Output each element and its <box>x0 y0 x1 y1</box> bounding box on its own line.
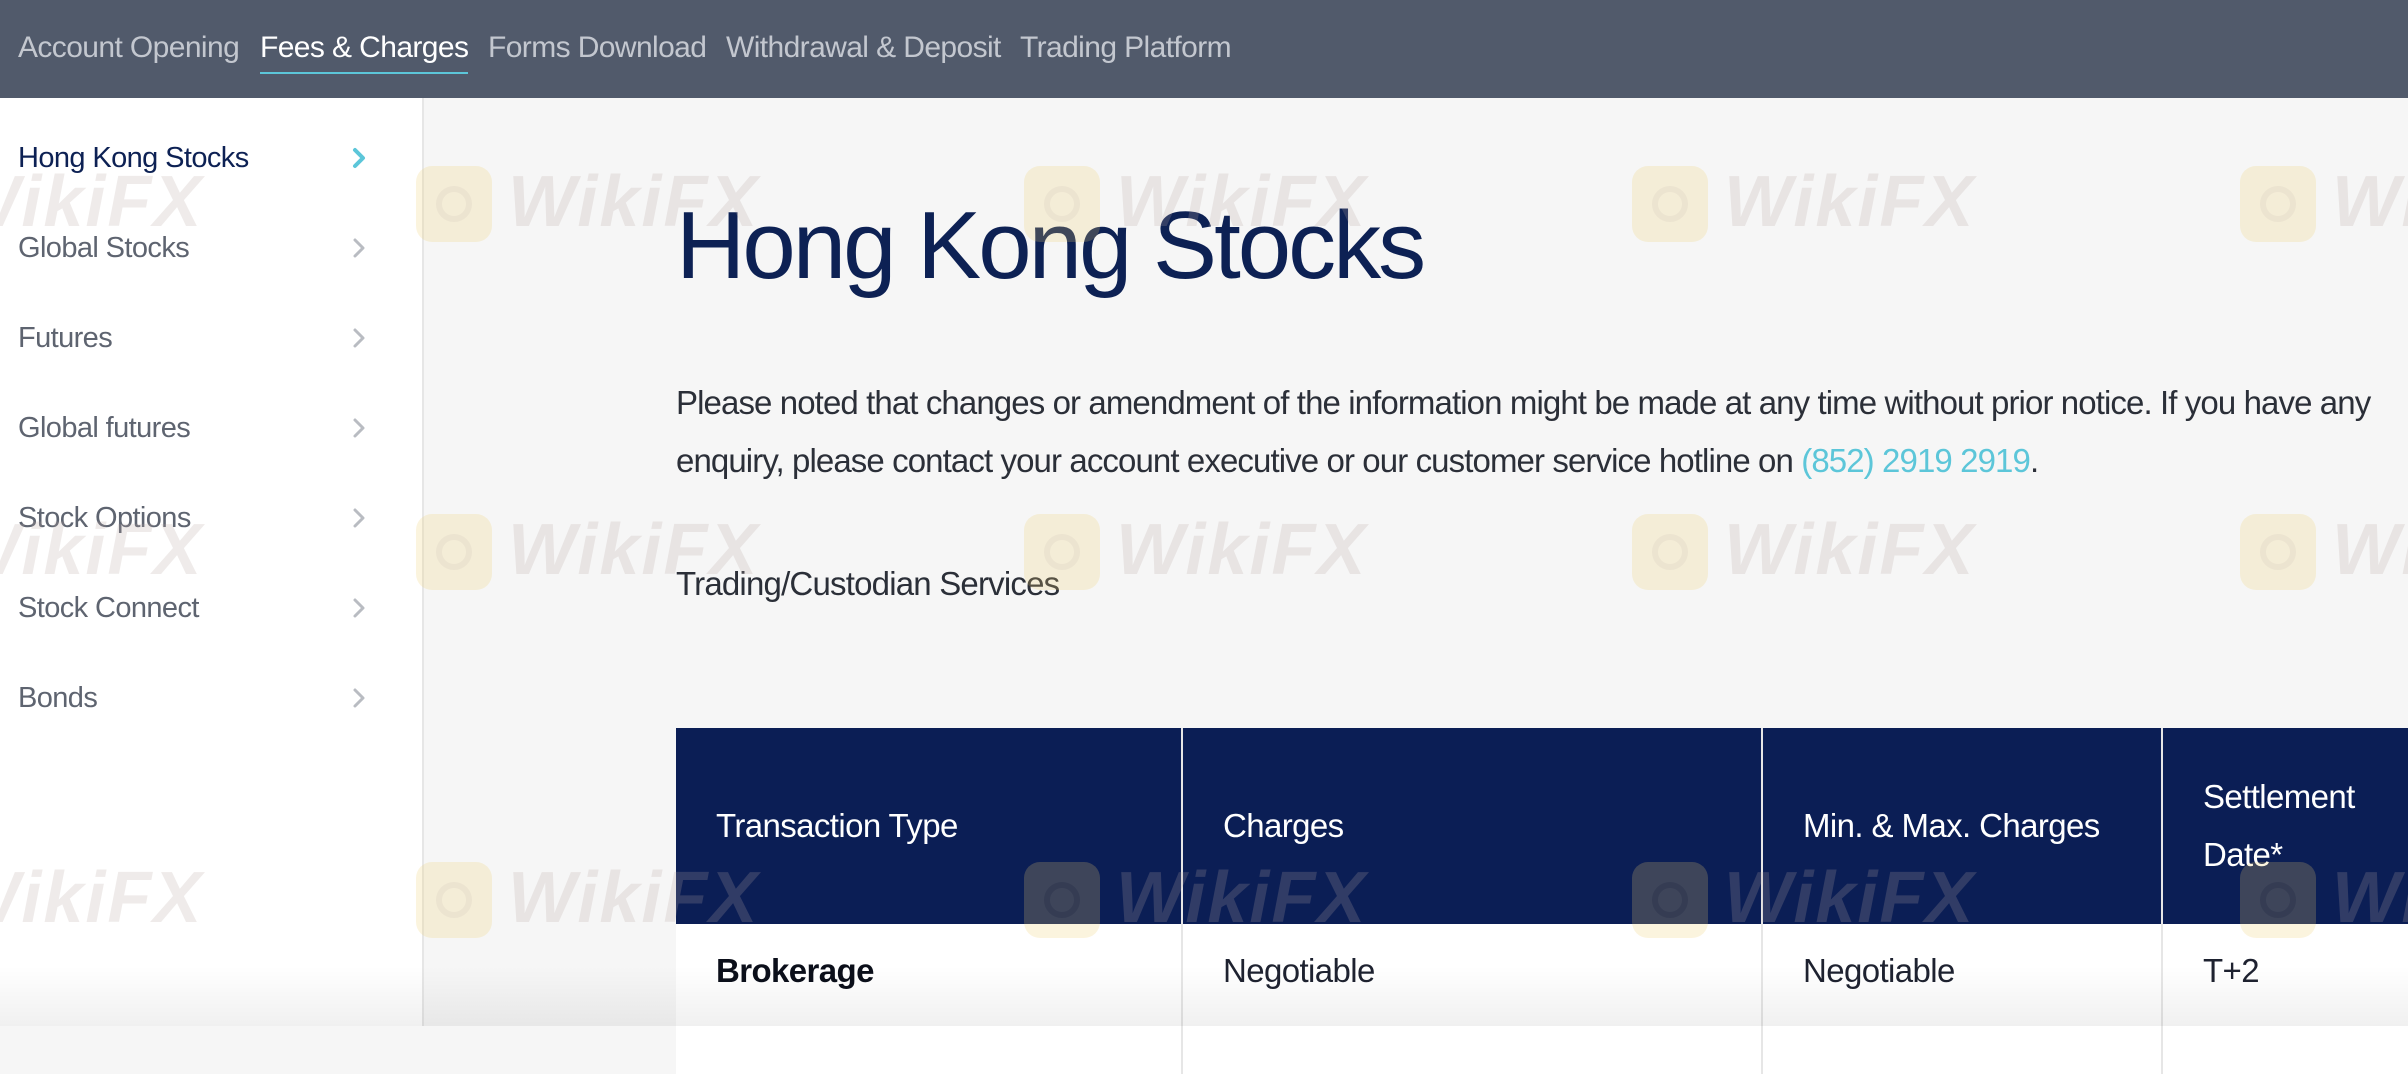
sidebar: Hong Kong Stocks Global Stocks Futures G… <box>0 98 424 1026</box>
sidebar-item-label: Global Stocks <box>18 232 190 264</box>
page-title: Hong Kong Stocks <box>676 192 1426 299</box>
tab-forms-download[interactable]: Forms Download <box>488 28 707 68</box>
sidebar-item-label: Global futures <box>18 412 191 444</box>
sidebar-item-hong-kong-stocks[interactable]: Hong Kong Stocks <box>0 114 422 204</box>
table-cell-charges: Negotiable <box>1182 924 1763 1074</box>
sidebar-item-bonds[interactable]: Bonds <box>0 654 422 744</box>
sidebar-item-label: Hong Kong Stocks <box>18 142 249 174</box>
intro-paragraph: Please noted that changes or amendment o… <box>676 374 2408 490</box>
hotline-phone-link[interactable]: (852) 2919 2919 <box>1801 442 2031 479</box>
tab-withdrawal-deposit[interactable]: Withdrawal & Deposit <box>726 28 1001 68</box>
main-content: Hong Kong Stocks Please noted that chang… <box>424 98 2408 1074</box>
tab-fees-charges[interactable]: Fees & Charges <box>260 28 469 74</box>
sidebar-item-futures[interactable]: Futures <box>0 294 422 384</box>
table-row: Brokerage Negotiable Negotiable T+2 <box>676 924 2408 1074</box>
chevron-right-icon <box>350 144 370 172</box>
top-navigation: Account Opening Fees & Charges Forms Dow… <box>0 0 2408 98</box>
chevron-right-icon <box>350 684 370 712</box>
column-header-transaction-type: Transaction Type <box>676 728 1183 924</box>
chevron-right-icon <box>350 594 370 622</box>
column-header-charges: Charges <box>1182 728 1763 924</box>
sidebar-item-stock-options[interactable]: Stock Options <box>0 474 422 564</box>
tab-trading-platform[interactable]: Trading Platform <box>1020 28 1232 68</box>
table-header-row: Transaction Type Charges Min. & Max. Cha… <box>676 728 2408 924</box>
fees-table: Transaction Type Charges Min. & Max. Cha… <box>676 728 2408 1074</box>
chevron-right-icon <box>350 324 370 352</box>
table-cell-min-max-charges: Negotiable <box>1762 924 2163 1074</box>
sidebar-item-label: Stock Options <box>18 502 191 534</box>
chevron-right-icon <box>350 414 370 442</box>
sidebar-item-label: Bonds <box>18 682 98 714</box>
chevron-right-icon <box>350 504 370 532</box>
sidebar-item-global-futures[interactable]: Global futures <box>0 384 422 474</box>
table-cell-transaction-type: Brokerage <box>676 924 1183 1074</box>
section-title: Trading/Custodian Services <box>676 565 1060 602</box>
table-cell-settlement-date: T+2 <box>2162 924 2408 1074</box>
chevron-right-icon <box>350 234 370 262</box>
intro-end: . <box>2029 442 2039 479</box>
intro-text: Please noted that changes or amendment o… <box>676 384 2371 479</box>
tab-account-opening[interactable]: Account Opening <box>18 28 240 68</box>
sidebar-item-stock-connect[interactable]: Stock Connect <box>0 564 422 654</box>
column-header-min-max-charges: Min. & Max. Charges <box>1762 728 2163 924</box>
sidebar-item-label: Futures <box>18 322 113 354</box>
sidebar-item-global-stocks[interactable]: Global Stocks <box>0 204 422 294</box>
sidebar-item-label: Stock Connect <box>18 592 199 624</box>
column-header-settlement-date: Settlement Date* <box>2162 728 2408 924</box>
